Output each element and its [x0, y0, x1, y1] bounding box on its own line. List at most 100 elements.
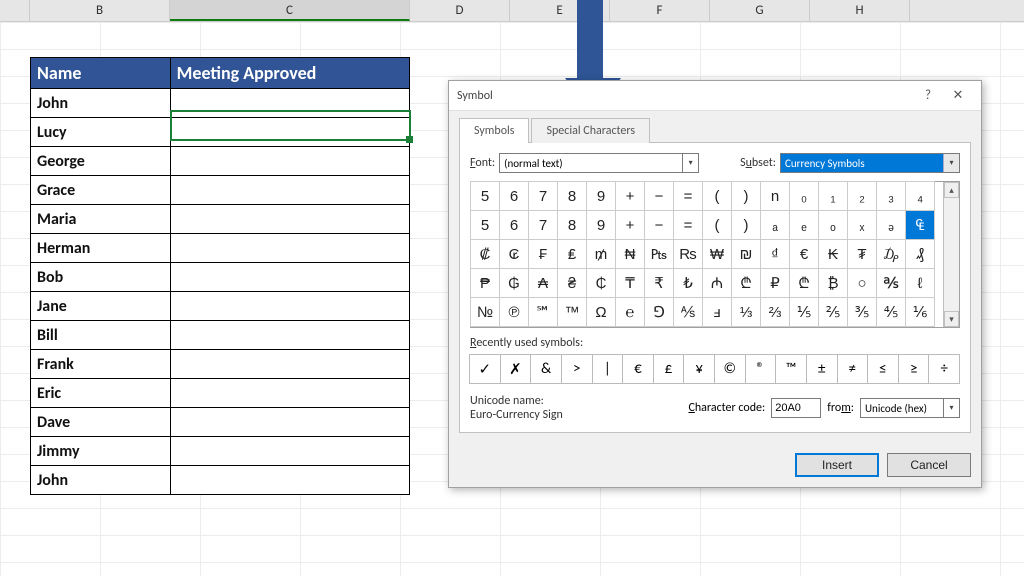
cell[interactable]: Herman	[31, 234, 171, 263]
chevron-down-icon[interactable]: ▾	[943, 399, 959, 417]
from-select[interactable]: Unicode (hex) ▾	[860, 398, 960, 418]
symbol-cell[interactable]: =	[673, 181, 703, 211]
recent-symbol[interactable]: £	[653, 354, 685, 384]
symbol-cell[interactable]: ₥	[586, 239, 616, 269]
symbol-cell[interactable]: ℠	[528, 297, 558, 327]
symbol-cell[interactable]: ⅁	[644, 297, 674, 327]
recent-symbol[interactable]: ÷	[928, 354, 960, 384]
symbol-cell[interactable]: 5	[470, 181, 500, 211]
cell[interactable]	[170, 147, 409, 176]
symbol-cell[interactable]: ₱	[470, 268, 500, 298]
symbol-cell[interactable]: ℓ	[905, 268, 935, 298]
col-H[interactable]: H	[810, 0, 910, 21]
close-icon[interactable]: ✕	[943, 88, 973, 103]
symbol-cell[interactable]: ₔ	[876, 210, 906, 240]
symbol-cell[interactable]: ₰	[905, 239, 935, 269]
symbol-cell[interactable]: 7	[528, 181, 558, 211]
symbol-cell[interactable]: ₳	[528, 268, 558, 298]
col-C[interactable]: C	[170, 0, 410, 21]
table-row[interactable]: Bill	[31, 321, 410, 350]
symbol-cell[interactable]: 6	[499, 210, 529, 240]
recent-symbol[interactable]: ™	[775, 354, 807, 384]
cell[interactable]	[170, 89, 409, 118]
symbol-cell[interactable]: +	[615, 181, 645, 211]
symbol-cell[interactable]: €	[789, 239, 819, 269]
symbol-cell[interactable]: ₃	[876, 181, 906, 211]
table-row[interactable]: George	[31, 147, 410, 176]
cell[interactable]: Lucy	[31, 118, 171, 147]
table-row[interactable]: John	[31, 466, 410, 495]
symbol-cell[interactable]: 8	[557, 181, 587, 211]
help-button[interactable]: ?	[913, 88, 943, 103]
symbol-cell[interactable]: ○	[847, 268, 877, 298]
symbol-cell[interactable]: ⅓	[731, 297, 761, 327]
cell[interactable]	[170, 466, 409, 495]
recent-symbol[interactable]: >	[561, 354, 593, 384]
symbol-cell[interactable]: ₾	[731, 268, 761, 298]
recent-symbol[interactable]: |	[592, 354, 624, 384]
symbol-cell[interactable]: +	[615, 210, 645, 240]
dialog-titlebar[interactable]: Symbol ? ✕	[449, 81, 981, 111]
recent-symbol[interactable]: ✗	[500, 354, 532, 384]
symbol-cell[interactable]: 9	[586, 210, 616, 240]
table-row[interactable]: Maria	[31, 205, 410, 234]
cell[interactable]: Maria	[31, 205, 171, 234]
symbol-cell[interactable]: ₂	[847, 181, 877, 211]
cell[interactable]: Eric	[31, 379, 171, 408]
table-row[interactable]: Jane	[31, 292, 410, 321]
symbol-cell[interactable]: ₮	[847, 239, 877, 269]
cell[interactable]: Dave	[31, 408, 171, 437]
scroll-down-icon[interactable]: ▾	[944, 311, 959, 327]
symbol-cell[interactable]: 7	[528, 210, 558, 240]
symbol-cell[interactable]: ₲	[499, 268, 529, 298]
font-select[interactable]: (normal text) ▾	[499, 153, 699, 173]
header-meeting[interactable]: Meeting Approved	[170, 58, 409, 89]
symbol-cell[interactable]: ⅍	[673, 297, 703, 327]
recent-symbol[interactable]: ±	[806, 354, 838, 384]
symbol-cell[interactable]: 6	[499, 181, 529, 211]
cell[interactable]	[170, 263, 409, 292]
cell[interactable]: George	[31, 147, 171, 176]
symbol-cell[interactable]: ₯	[876, 239, 906, 269]
symbol-cell[interactable]: −	[644, 210, 674, 240]
symbol-cell[interactable]: )	[731, 181, 761, 211]
cell[interactable]	[170, 379, 409, 408]
symbol-cell[interactable]: ⅗	[847, 297, 877, 327]
recent-symbol[interactable]: ®	[745, 354, 777, 384]
chevron-down-icon[interactable]: ▾	[943, 154, 959, 172]
col-F[interactable]: F	[610, 0, 710, 21]
symbol-cell[interactable]: ℮	[615, 297, 645, 327]
recent-symbol[interactable]: ≠	[837, 354, 869, 384]
symbol-cell[interactable]: ₵	[586, 268, 616, 298]
table-row[interactable]: John	[31, 89, 410, 118]
symbol-cell[interactable]: №	[470, 297, 500, 327]
symbol-cell[interactable]: ⅘	[876, 297, 906, 327]
symbol-cell[interactable]: ₄	[905, 181, 935, 211]
symbol-cell[interactable]: ₒ	[818, 210, 848, 240]
symbol-cell[interactable]: ₑ	[789, 210, 819, 240]
subset-select[interactable]: Currency Symbols ▾	[780, 153, 960, 173]
symbol-cell[interactable]: ₤	[557, 239, 587, 269]
symbol-cell[interactable]: ₽	[760, 268, 790, 298]
symbol-cell[interactable]: n	[760, 181, 790, 211]
cell[interactable]: Jimmy	[31, 437, 171, 466]
symbol-cell[interactable]: ℗	[499, 297, 529, 327]
table-row[interactable]: Jimmy	[31, 437, 410, 466]
symbol-cell[interactable]: ₹	[644, 268, 674, 298]
symbol-cell[interactable]: ⅙	[905, 297, 935, 327]
symbol-cell[interactable]: ₸	[615, 268, 645, 298]
cell[interactable]: Grace	[31, 176, 171, 205]
symbol-cell[interactable]: ₴	[557, 268, 587, 298]
symbol-cell[interactable]: ₺	[673, 268, 703, 298]
header-name[interactable]: Name	[31, 58, 171, 89]
recent-symbol[interactable]: ✓	[469, 354, 501, 384]
charcode-input[interactable]	[771, 398, 821, 418]
table-row[interactable]: Grace	[31, 176, 410, 205]
symbol-cell[interactable]: ™	[557, 297, 587, 327]
chevron-down-icon[interactable]: ▾	[682, 154, 698, 172]
symbol-cell[interactable]: ₨	[673, 239, 703, 269]
symbol-cell[interactable]: ₦	[615, 239, 645, 269]
symbol-cell[interactable]: ₐ	[760, 210, 790, 240]
symbol-cell[interactable]: 5	[470, 210, 500, 240]
symbol-grid-scrollbar[interactable]: ▴ ▾	[943, 182, 959, 327]
